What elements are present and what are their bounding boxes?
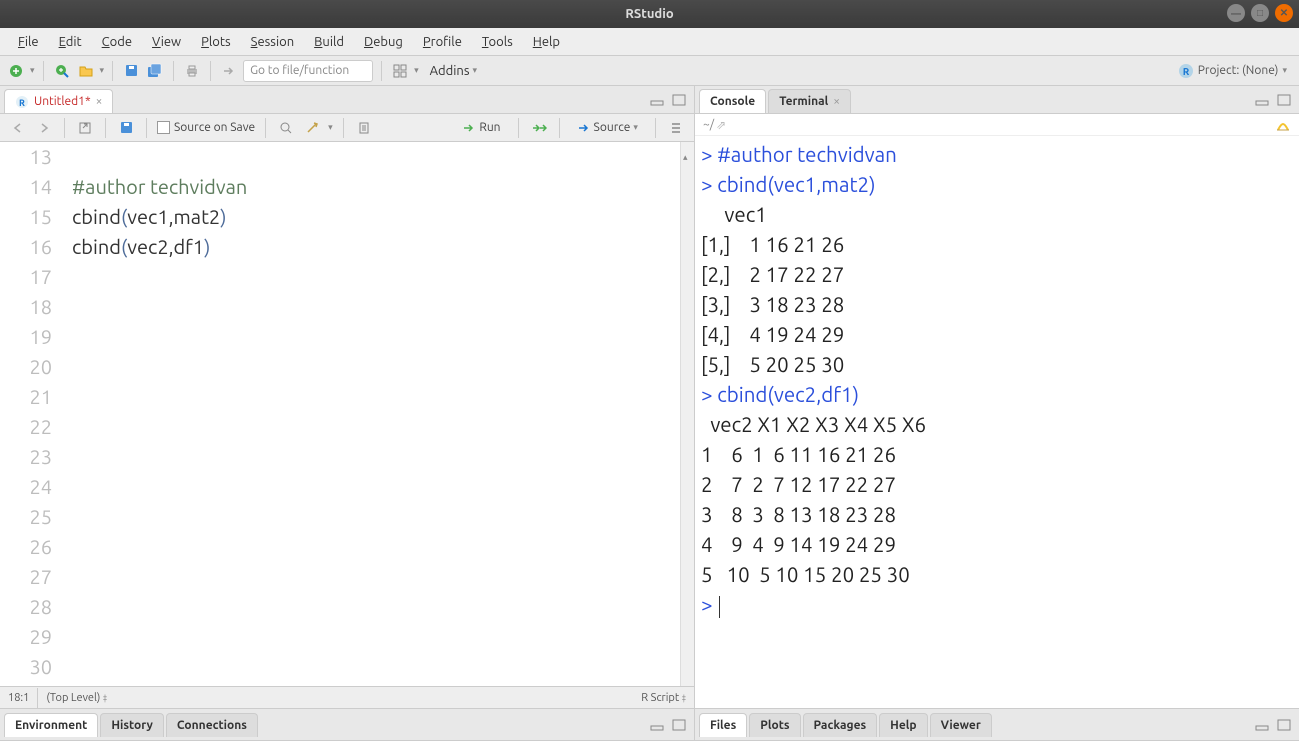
new-project-icon[interactable] (52, 61, 72, 81)
tab-terminal[interactable]: Terminal × (768, 89, 851, 113)
close-tab-icon[interactable]: × (96, 95, 103, 108)
tab-environment[interactable]: Environment (4, 713, 98, 737)
console-tabstrip: Console Terminal × (695, 86, 1299, 114)
console-pane: Console Terminal × ~/ ⇗ > #author techvi… (695, 86, 1299, 708)
window-title: RStudio (625, 7, 673, 21)
menu-edit[interactable]: Edit (51, 33, 90, 51)
tab-files[interactable]: Files (699, 713, 747, 737)
maximize-console-pane-icon[interactable] (1275, 90, 1295, 110)
show-in-new-window-icon[interactable] (75, 118, 95, 138)
minimize-files-pane-icon[interactable] (1253, 715, 1273, 735)
tab-console[interactable]: Console (699, 89, 766, 113)
scrollbar[interactable]: ▴ (680, 142, 694, 686)
menu-debug[interactable]: Debug (356, 33, 411, 51)
menu-profile[interactable]: Profile (415, 33, 470, 51)
svg-text:R: R (19, 98, 25, 108)
environment-pane: Environment History Connections (0, 708, 694, 741)
tab-connections[interactable]: Connections (166, 713, 258, 737)
compile-report-icon[interactable] (354, 118, 374, 138)
goto-file-function-input[interactable]: Go to file/function (243, 60, 373, 82)
open-file-icon[interactable] (76, 61, 96, 81)
scope-selector[interactable]: (Top Level) ‡ (46, 692, 107, 704)
r-project-icon: R (1178, 63, 1194, 79)
close-terminal-icon[interactable]: × (833, 95, 840, 108)
line-gutter: 13141516171819202122232425262728293031 (0, 142, 62, 686)
window-maximize-button[interactable]: □ (1251, 4, 1269, 22)
menu-tools[interactable]: Tools (474, 33, 521, 51)
source-editor[interactable]: 13141516171819202122232425262728293031 #… (0, 142, 694, 686)
source-tab-untitled1[interactable]: R Untitled1* × (4, 89, 113, 113)
minimize-pane-icon[interactable] (648, 90, 668, 110)
menu-file[interactable]: File (10, 33, 47, 51)
addins-dropdown[interactable]: Addins ▾ (423, 61, 484, 81)
r-file-icon: R (15, 95, 29, 109)
source-statusbar: 18:1 (Top Level) ‡ R Script ‡ (0, 686, 694, 708)
clear-console-icon[interactable] (1273, 115, 1293, 135)
checkbox-icon (157, 121, 170, 134)
maximize-files-pane-icon[interactable] (1275, 715, 1295, 735)
save-source-icon[interactable] (116, 118, 136, 138)
save-all-icon[interactable] (145, 61, 165, 81)
outline-icon[interactable] (666, 118, 686, 138)
menu-build[interactable]: Build (306, 33, 352, 51)
source-pane: R Untitled1* × Source on (0, 86, 694, 708)
goto-arrow-icon[interactable] (219, 61, 239, 81)
window-minimize-button[interactable]: — (1227, 4, 1245, 22)
cursor-position: 18:1 (8, 692, 29, 704)
code-area[interactable]: #author techvidvancbind(vec1,mat2)cbind(… (62, 142, 694, 686)
console-path-bar: ~/ ⇗ (695, 114, 1299, 136)
menu-code[interactable]: Code (94, 33, 140, 51)
tab-help[interactable]: Help (879, 713, 927, 737)
minimize-console-pane-icon[interactable] (1253, 90, 1273, 110)
menu-session[interactable]: Session (243, 33, 302, 51)
window-titlebar: RStudio — □ ✕ (0, 0, 1299, 28)
rerun-icon[interactable] (529, 118, 549, 138)
back-icon[interactable] (8, 118, 28, 138)
svg-text:R: R (1182, 66, 1189, 77)
find-replace-icon[interactable] (276, 118, 296, 138)
new-file-icon[interactable] (6, 61, 26, 81)
save-icon[interactable] (121, 61, 141, 81)
menu-help[interactable]: Help (525, 33, 568, 51)
tab-packages[interactable]: Packages (803, 713, 878, 737)
console-output[interactable]: > #author techvidvan> cbind(vec1,mat2) v… (695, 136, 1299, 708)
menubar: File Edit Code View Plots Session Build … (0, 28, 1299, 56)
console-path-expand-icon[interactable]: ⇗ (716, 118, 726, 132)
run-arrow-icon (462, 122, 476, 134)
print-icon[interactable] (182, 61, 202, 81)
source-button[interactable]: Source ▾ (570, 118, 645, 137)
source-on-save-toggle[interactable]: Source on Save (157, 121, 255, 134)
source-arrow-icon (577, 122, 591, 134)
maximize-env-pane-icon[interactable] (670, 715, 690, 735)
minimize-env-pane-icon[interactable] (648, 715, 668, 735)
files-pane: Files Plots Packages Help Viewer (695, 708, 1299, 741)
code-tools-icon[interactable] (302, 118, 322, 138)
language-selector[interactable]: R Script ‡ (641, 692, 686, 704)
tab-viewer[interactable]: Viewer (930, 713, 992, 737)
window-close-button[interactable]: ✕ (1275, 4, 1293, 22)
run-button[interactable]: Run (455, 118, 507, 137)
source-toolbar: Source on Save ▾ Run (0, 114, 694, 142)
project-selector[interactable]: R Project: (None) ▾ (1178, 63, 1293, 79)
forward-icon[interactable] (34, 118, 54, 138)
source-tabstrip: R Untitled1* × (0, 86, 694, 114)
tab-history[interactable]: History (100, 713, 164, 737)
tab-plots[interactable]: Plots (749, 713, 800, 737)
menu-plots[interactable]: Plots (193, 33, 239, 51)
main-toolbar: ▾ ▾ Go to file/function ▾ Addins ▾ R Pro… (0, 56, 1299, 86)
menu-view[interactable]: View (144, 33, 189, 51)
maximize-pane-icon[interactable] (670, 90, 690, 110)
grid-icon[interactable] (390, 61, 410, 81)
